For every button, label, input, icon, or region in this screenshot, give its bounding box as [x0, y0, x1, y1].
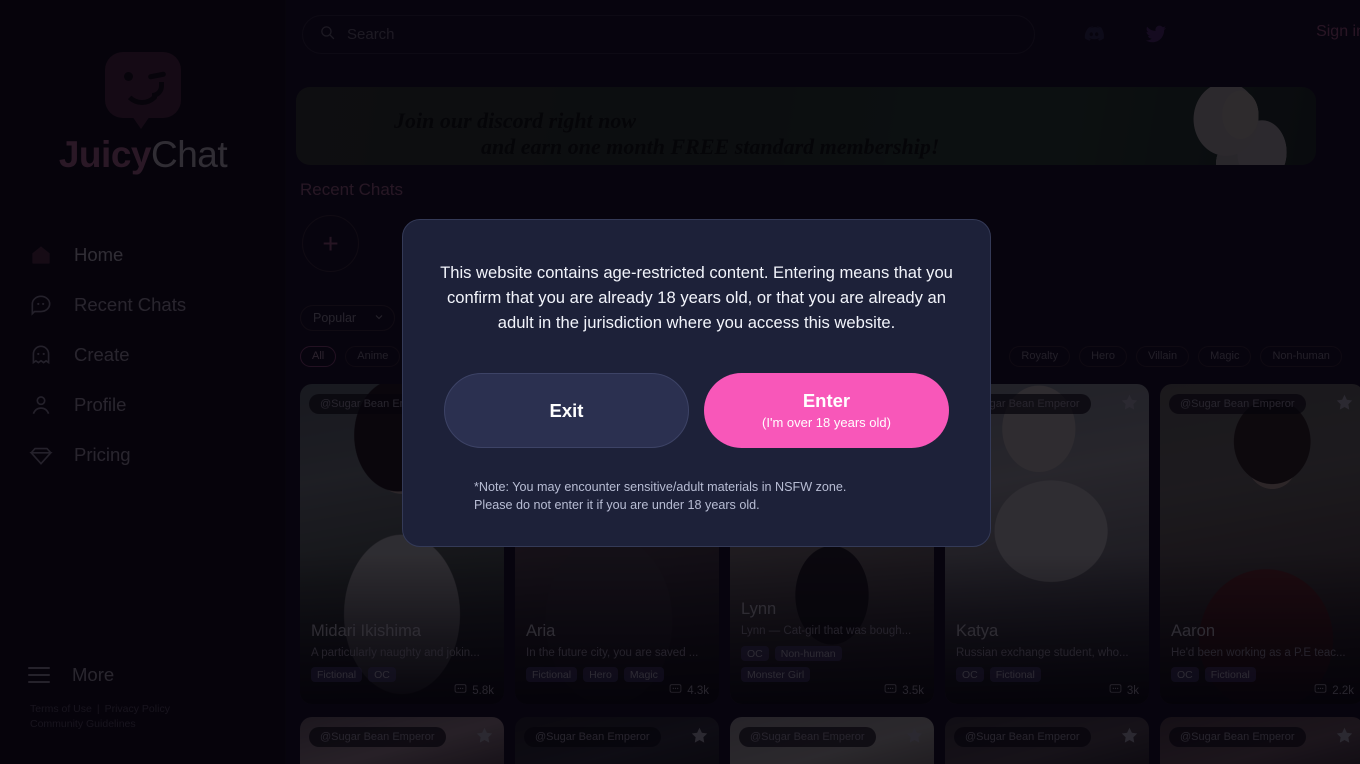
exit-button[interactable]: Exit — [444, 373, 689, 448]
enter-button[interactable]: Enter (I'm over 18 years old) — [704, 373, 949, 448]
modal-note: *Note: You may encounter sensitive/adult… — [474, 478, 846, 514]
modal-note-line-1: *Note: You may encounter sensitive/adult… — [474, 480, 847, 494]
enter-button-sublabel: (I'm over 18 years old) — [762, 415, 891, 430]
modal-note-line-2: Please do not enter it if you are under … — [474, 498, 760, 512]
enter-button-label: Enter — [802, 390, 851, 411]
age-verification-modal: This website contains age-restricted con… — [402, 219, 991, 547]
modal-body-text: This website contains age-restricted con… — [440, 263, 953, 332]
modal-button-row: Exit Enter (I'm over 18 years old) — [444, 373, 949, 448]
app-root: JuicyChat Home Recent Chats — [0, 0, 1360, 764]
